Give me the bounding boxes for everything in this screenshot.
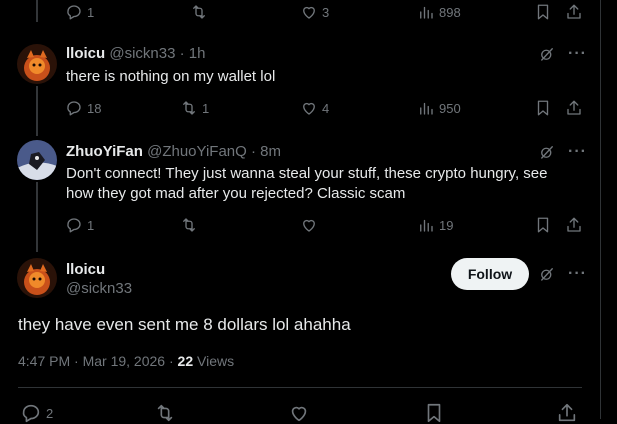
thread-line — [36, 0, 38, 22]
bookmark-icon — [537, 217, 549, 233]
reply-button[interactable]: 2 — [20, 402, 53, 424]
repost-icon — [193, 5, 205, 19]
bookmark-button[interactable] — [534, 216, 552, 234]
bookmark-icon — [427, 403, 441, 423]
repost-icon — [183, 218, 195, 232]
timestamp[interactable]: 4:47 PM · Mar 19, 2026 · — [18, 353, 178, 369]
thread-line — [36, 86, 38, 136]
repost-button[interactable] — [190, 3, 208, 21]
repost-icon — [183, 101, 195, 115]
reply-icon — [67, 101, 81, 116]
post-top-icons: ··· — [538, 265, 587, 283]
reply-button[interactable]: 1 — [65, 216, 94, 234]
views-count: 22 — [177, 353, 194, 369]
repost-button[interactable]: 1 — [180, 99, 209, 117]
more-icon[interactable]: ··· — [568, 143, 587, 161]
bookmark-button[interactable] — [534, 3, 552, 21]
author-name[interactable]: lloicu — [66, 45, 105, 62]
share-button[interactable] — [565, 3, 583, 21]
author-name[interactable]: lloicu — [66, 261, 105, 278]
grok-icon[interactable] — [538, 265, 556, 283]
like-button[interactable]: 4 — [300, 99, 329, 117]
heart-icon — [303, 219, 315, 232]
thread-line — [36, 182, 38, 252]
scrollbar[interactable] — [601, 0, 617, 419]
share-button[interactable] — [565, 99, 583, 117]
grok-icon[interactable] — [538, 143, 556, 161]
author-meta[interactable]: @sickn33 · 1h — [109, 45, 205, 62]
post-actions: 1 19 — [60, 216, 590, 236]
like-button[interactable]: 3 — [300, 3, 329, 21]
share-button[interactable] — [565, 216, 583, 234]
reply-icon — [22, 404, 40, 423]
reply-button[interactable]: 18 — [65, 99, 101, 117]
share-icon — [567, 4, 581, 19]
like-button[interactable] — [288, 402, 310, 424]
heart-icon — [303, 6, 315, 19]
post-actions: 1 3 898 — [60, 3, 590, 23]
like-button[interactable] — [300, 216, 318, 234]
reply-button[interactable]: 1 — [65, 3, 94, 21]
reply-icon — [67, 218, 81, 233]
more-icon[interactable]: ··· — [568, 265, 587, 283]
share-button[interactable] — [556, 402, 578, 424]
bookmark-icon — [537, 4, 549, 20]
views-icon — [420, 102, 433, 115]
post-top-icons: ··· — [538, 45, 587, 63]
post-header: ZhuoYiFan @ZhuoYiFanQ · 8m — [66, 143, 281, 160]
post-text: Don't connect! They just wanna steal you… — [66, 165, 548, 202]
post-meta: 4:47 PM · Mar 19, 2026 · 22 Views — [18, 353, 234, 369]
post-actions: 2 — [20, 402, 590, 424]
author-meta[interactable]: @ZhuoYiFanQ · 8m — [147, 143, 281, 160]
avatar[interactable] — [17, 140, 57, 180]
share-icon — [558, 403, 576, 422]
repost-button[interactable] — [180, 216, 198, 234]
post-top-icons: ··· — [538, 143, 587, 161]
follow-button[interactable]: Follow — [451, 258, 529, 290]
repost-button[interactable] — [154, 402, 176, 424]
more-icon[interactable]: ··· — [568, 45, 587, 63]
timeline-column: 1 3 898 lloicu @sickn33 · 1h ··· there i… — [0, 0, 600, 424]
post-text: there is nothing on my wallet lol — [66, 68, 276, 85]
author-name[interactable]: ZhuoYiFan — [66, 143, 143, 160]
share-icon — [567, 100, 581, 115]
author-handle[interactable]: @sickn33 — [66, 280, 132, 297]
heart-icon — [291, 406, 307, 422]
repost-icon — [157, 404, 173, 422]
divider — [18, 387, 582, 388]
post-actions: 18 1 4 950 — [60, 99, 590, 119]
post-text: they have even sent me 8 dollars lol aha… — [18, 315, 351, 334]
reply-icon — [67, 5, 81, 20]
bookmark-button[interactable] — [423, 402, 445, 424]
views-icon — [420, 6, 433, 19]
bookmark-icon — [537, 100, 549, 116]
views-button[interactable]: 950 — [417, 99, 461, 117]
heart-icon — [303, 102, 315, 115]
views-icon — [420, 219, 433, 232]
bookmark-button[interactable] — [534, 99, 552, 117]
share-icon — [567, 217, 581, 232]
views-button[interactable]: 898 — [417, 3, 461, 21]
views-label: Views — [193, 353, 235, 369]
views-button[interactable]: 19 — [417, 216, 453, 234]
avatar[interactable] — [17, 44, 57, 84]
avatar[interactable] — [17, 258, 57, 298]
post-header: lloicu @sickn33 · 1h — [66, 45, 205, 62]
grok-icon[interactable] — [538, 45, 556, 63]
